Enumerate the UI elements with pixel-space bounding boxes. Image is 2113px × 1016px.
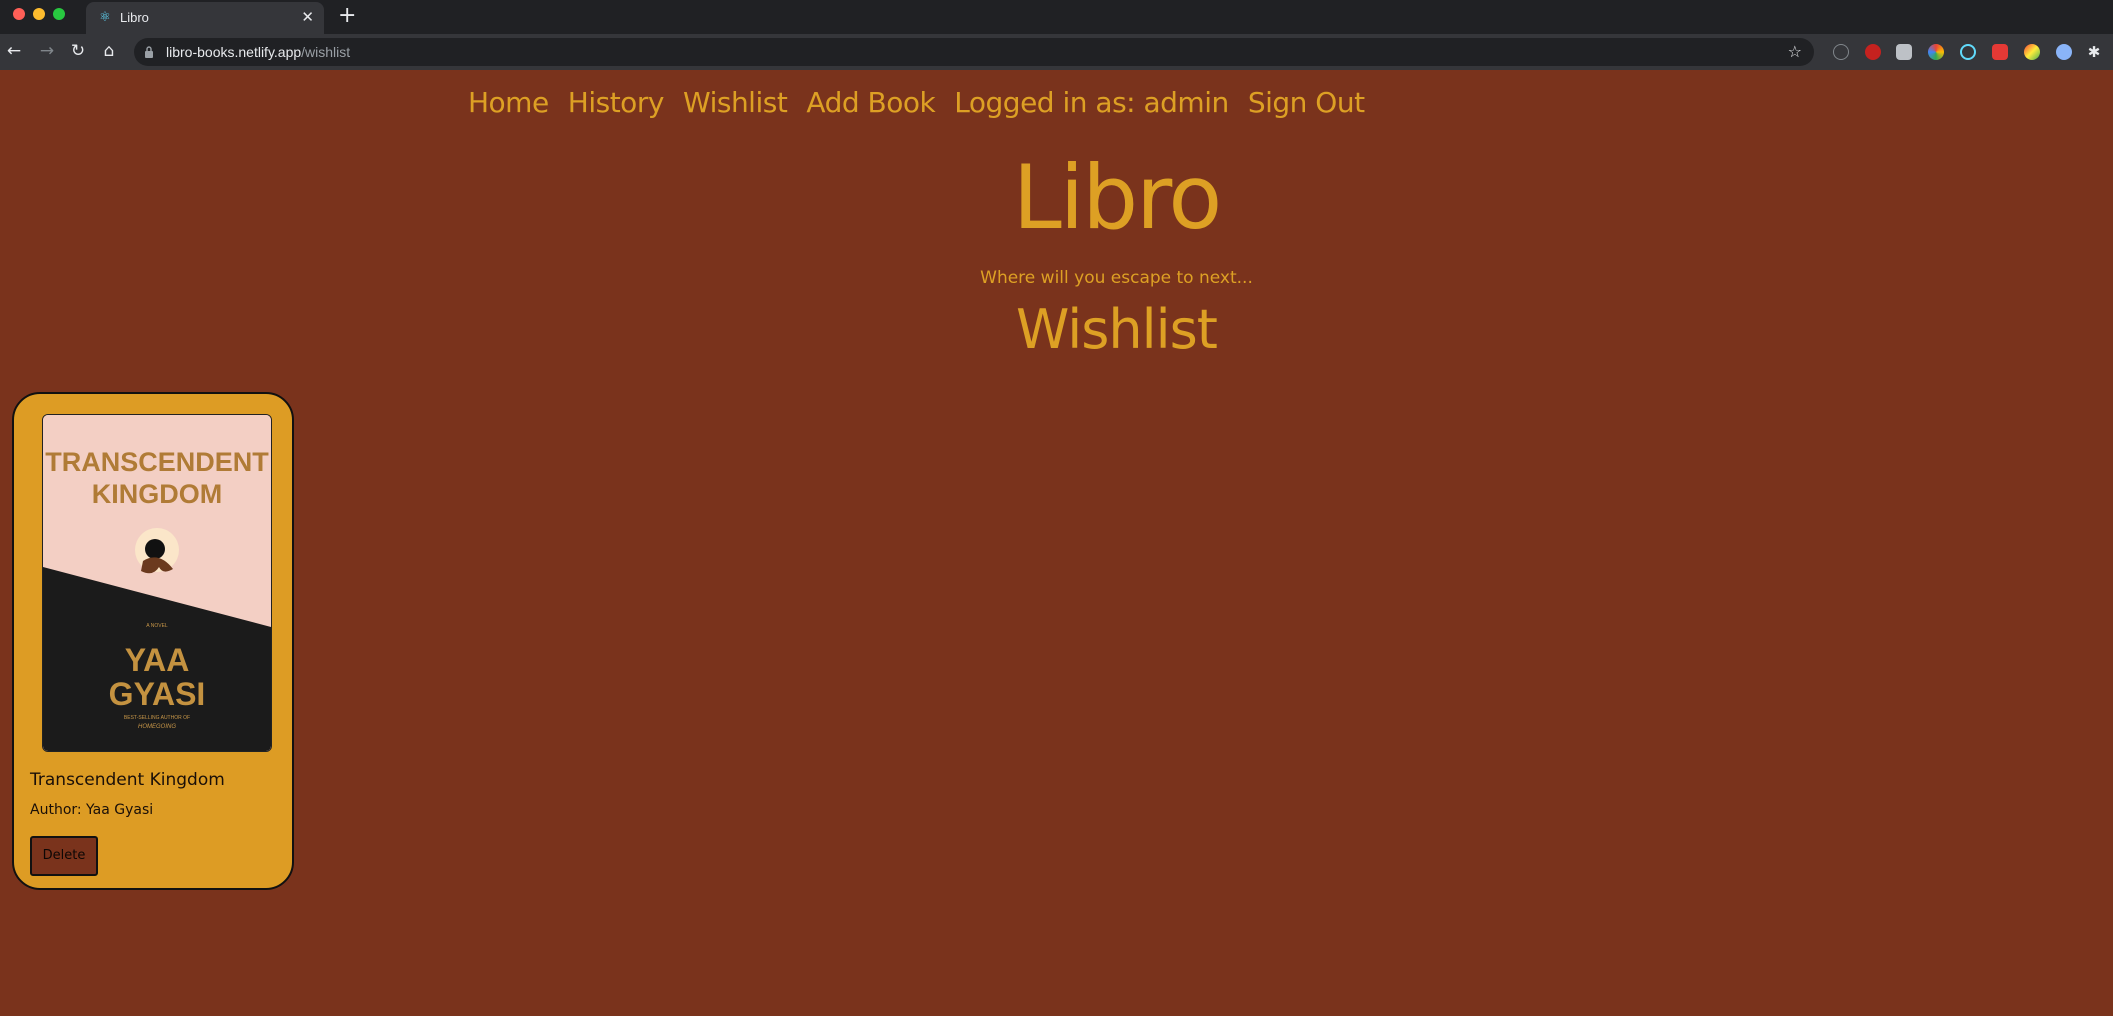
extensions-puzzle-icon[interactable]: ✱: [2086, 44, 2102, 60]
nav-home[interactable]: Home: [468, 86, 549, 119]
site-tagline: Where will you escape to next...: [980, 268, 1253, 288]
site-title: Libro: [1012, 146, 1222, 249]
minimize-window-button[interactable]: [33, 8, 45, 20]
cover-author-line1: YAA: [125, 642, 190, 678]
close-tab-icon[interactable]: ✕: [301, 8, 314, 26]
nav-history[interactable]: History: [568, 86, 665, 119]
reload-icon[interactable]: ↻: [67, 40, 89, 62]
extension-ublock-icon[interactable]: [1865, 44, 1881, 60]
nav-sign-out[interactable]: Sign Out: [1248, 86, 1365, 119]
nav-wishlist[interactable]: Wishlist: [683, 86, 788, 119]
browser-toolbar: ← → ↻ ⌂ libro-books.netlify.app/wishlist…: [0, 34, 2113, 70]
browser-tab[interactable]: ⚛ Libro ✕: [86, 2, 324, 34]
tab-title: Libro: [120, 10, 149, 25]
close-window-button[interactable]: [13, 8, 25, 20]
extension-sync-icon[interactable]: [1833, 44, 1849, 60]
book-title: Transcendent Kingdom: [30, 770, 225, 790]
cover-title-line2: KINGDOM: [92, 479, 223, 509]
cover-author-line2: GYASI: [109, 676, 206, 712]
url-path: /wishlist: [301, 44, 351, 60]
cover-tag: A NOVEL: [146, 623, 168, 629]
url-domain: libro-books.netlify.app: [166, 44, 302, 60]
page-content: Home History Wishlist Add Book Logged in…: [0, 70, 2113, 1016]
home-icon[interactable]: ⌂: [98, 40, 120, 62]
nav-add-book[interactable]: Add Book: [806, 86, 935, 119]
book-card: TRANSCENDENT KINGDOM A NOVEL YAA GYASI B…: [12, 392, 294, 890]
cover-blurb: BEST-SELLING AUTHOR OF: [124, 715, 190, 721]
lock-icon: [145, 46, 153, 58]
back-icon[interactable]: ←: [3, 40, 25, 62]
extension-redux-icon[interactable]: [1992, 44, 2008, 60]
star-icon[interactable]: ☆: [1788, 42, 1802, 61]
main-nav: Home History Wishlist Add Book Logged in…: [468, 86, 1379, 119]
delete-button[interactable]: Delete: [30, 836, 98, 876]
book-cover-art: TRANSCENDENT KINGDOM A NOVEL YAA GYASI B…: [43, 415, 271, 751]
extension-react-devtools-icon[interactable]: [1960, 44, 1976, 60]
maximize-window-button[interactable]: [53, 8, 65, 20]
url-text: libro-books.netlify.app/wishlist: [166, 44, 350, 60]
react-icon: ⚛: [99, 10, 111, 25]
address-bar[interactable]: libro-books.netlify.app/wishlist ☆: [134, 38, 1814, 66]
book-author: Author: Yaa Gyasi: [30, 802, 154, 818]
cover-title-line1: TRANSCENDENT: [45, 447, 269, 477]
browser-tab-strip: ⚛ Libro ✕ +: [0, 0, 2113, 34]
extension-color-icon[interactable]: [1928, 44, 1944, 60]
book-cover-image: TRANSCENDENT KINGDOM A NOVEL YAA GYASI B…: [42, 414, 272, 752]
extension-ghost-icon[interactable]: [1896, 44, 1912, 60]
forward-icon[interactable]: →: [36, 40, 58, 62]
new-tab-button[interactable]: +: [338, 4, 356, 28]
page-title: Wishlist: [1016, 298, 1218, 361]
nav-logged-in-user: Logged in as: admin: [954, 86, 1229, 119]
cover-blurb-title: HOMEGOING: [138, 724, 176, 730]
extension-stylus-icon[interactable]: [2024, 44, 2040, 60]
extension-profile-icon[interactable]: [2056, 44, 2072, 60]
